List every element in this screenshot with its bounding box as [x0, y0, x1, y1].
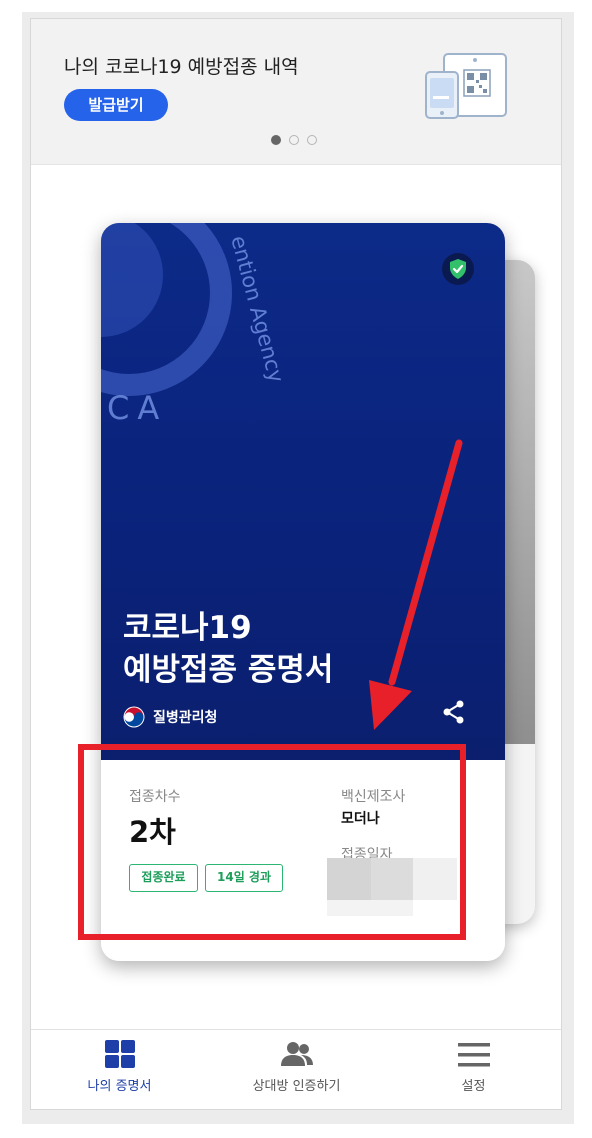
- menu-icon: [457, 1043, 490, 1067]
- carousel-dot-3[interactable]: [307, 135, 317, 145]
- nav-settings-label: 설정: [461, 1079, 486, 1094]
- app-screen: 나의 코로나19 예방접종 내역 발급받기 ention Agency CA 코…: [30, 18, 562, 1110]
- carousel-dot-1[interactable]: [271, 135, 281, 145]
- certificate-title: 코로나19 예방접종 증명서: [123, 607, 333, 691]
- bottom-navigation: 나의 증명서 상대방 인증하기 설정: [31, 1029, 561, 1109]
- nav-settings[interactable]: 설정: [385, 1030, 561, 1109]
- certificate-title-line1: 코로나19: [123, 610, 252, 646]
- emblem-left-text: CA: [107, 389, 167, 427]
- nav-my-certificate[interactable]: 나의 증명서: [31, 1030, 208, 1109]
- agency-name: 질병관리청: [153, 710, 218, 726]
- nav-my-certificate-label: 나의 증명서: [87, 1079, 152, 1094]
- banner-title: 나의 코로나19 예방접종 내역: [64, 56, 299, 78]
- certificate-title-line2: 예방접종 증명서: [123, 652, 334, 688]
- agency-label: 질병관리청: [123, 706, 217, 728]
- grid-icon: [104, 1040, 135, 1068]
- vaccination-banner[interactable]: 나의 코로나19 예방접종 내역 발급받기: [31, 19, 561, 165]
- share-icon[interactable]: [441, 699, 467, 725]
- phone-qr-illustration-icon: [425, 53, 507, 119]
- emblem-arc-text: ention Agency: [226, 233, 288, 385]
- certificate-header: ention Agency CA 코로나19 예방접종 증명서 질병관리청: [101, 223, 505, 760]
- nav-verify-other-label: 상대방 인증하기: [252, 1079, 341, 1094]
- carousel-dot-2[interactable]: [289, 135, 299, 145]
- nav-verify-other[interactable]: 상대방 인증하기: [208, 1030, 385, 1109]
- taegeuk-logo-icon: [123, 706, 145, 728]
- annotation-highlight-box: [78, 744, 466, 940]
- verified-shield-icon: [442, 253, 474, 285]
- carousel-indicator[interactable]: [271, 135, 317, 145]
- issue-button[interactable]: 발급받기: [64, 89, 168, 121]
- people-icon: [280, 1042, 313, 1066]
